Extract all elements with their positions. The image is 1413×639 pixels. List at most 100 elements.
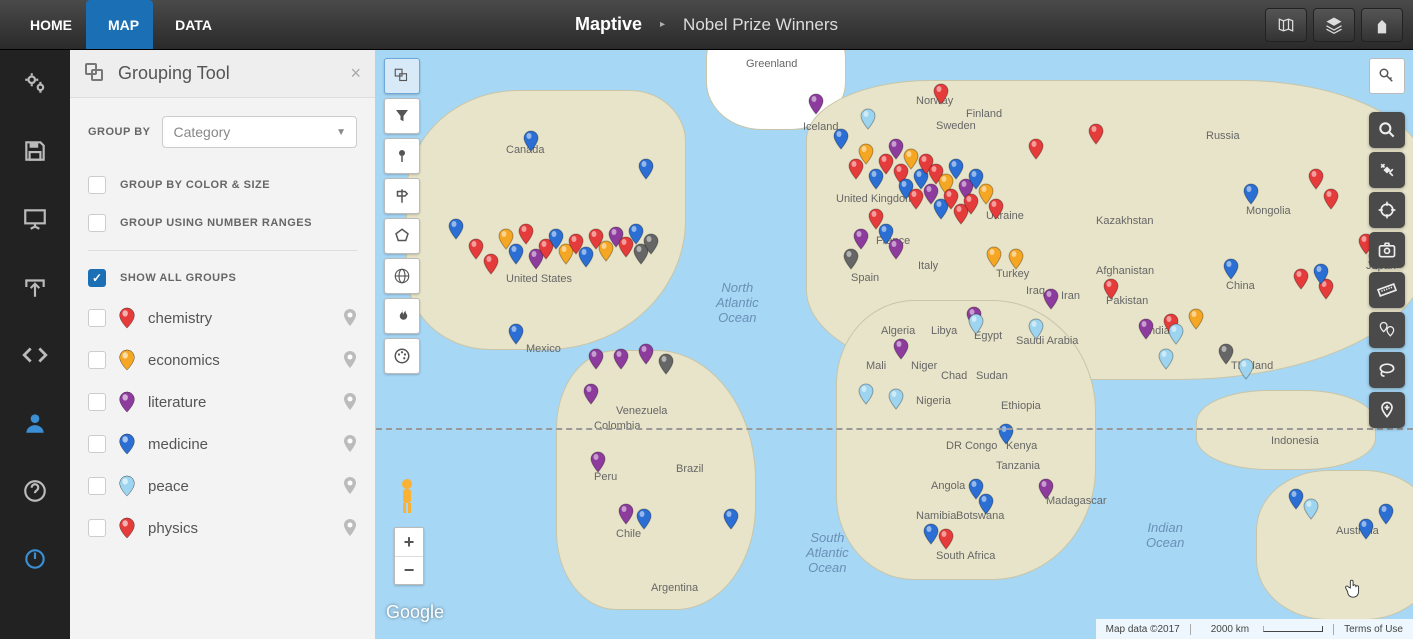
sidebar-present[interactable] — [16, 200, 54, 238]
map-pin[interactable] — [978, 493, 994, 515]
map-pin[interactable] — [483, 253, 499, 275]
map-pin[interactable] — [468, 238, 484, 260]
map-pin[interactable] — [618, 503, 634, 525]
map-pin[interactable] — [613, 348, 629, 370]
map-pin[interactable] — [1038, 478, 1054, 500]
map-pin[interactable] — [986, 246, 1002, 268]
map-pin[interactable] — [1358, 518, 1374, 540]
map-canvas[interactable]: GreenlandIcelandCanadaUnited StatesMexic… — [376, 50, 1413, 639]
location-icon[interactable] — [343, 309, 357, 327]
map-pin[interactable] — [998, 423, 1014, 445]
sidebar-share[interactable] — [16, 268, 54, 306]
map-pin[interactable] — [1288, 488, 1304, 510]
nav-tab-map[interactable]: MAP — [86, 0, 153, 49]
group-literature[interactable]: literature — [88, 381, 357, 423]
sidebar-account[interactable] — [16, 404, 54, 442]
map-pin[interactable] — [933, 83, 949, 105]
option-number-ranges[interactable]: GROUP USING NUMBER RANGES — [88, 204, 357, 242]
map-pin[interactable] — [723, 508, 739, 530]
map-pin[interactable] — [590, 451, 606, 473]
tool-filter[interactable] — [384, 98, 420, 134]
location-icon[interactable] — [343, 435, 357, 453]
map-pin[interactable] — [1293, 268, 1309, 290]
map-pin[interactable] — [1223, 258, 1239, 280]
map-pin[interactable] — [1043, 288, 1059, 310]
map-pin[interactable] — [1008, 248, 1024, 270]
group-economics[interactable]: economics — [88, 339, 357, 381]
tool-heat[interactable] — [384, 298, 420, 334]
sidebar-settings[interactable] — [16, 64, 54, 102]
tool-directions[interactable] — [384, 178, 420, 214]
map-pin[interactable] — [636, 508, 652, 530]
tool-add-loc[interactable] — [1369, 392, 1405, 428]
map-pin[interactable] — [1323, 188, 1339, 210]
map-pin[interactable] — [1238, 358, 1254, 380]
map-pin[interactable] — [508, 323, 524, 345]
map-pin[interactable] — [1028, 138, 1044, 160]
tool-lasso[interactable] — [1369, 352, 1405, 388]
zoom-out-button[interactable]: − — [395, 556, 423, 584]
tool-boundary[interactable] — [384, 258, 420, 294]
map-pin[interactable] — [860, 108, 876, 130]
map-pin[interactable] — [1168, 323, 1184, 345]
map-pin[interactable] — [1218, 343, 1234, 365]
location-icon[interactable] — [343, 477, 357, 495]
map-pin[interactable] — [808, 93, 824, 115]
map-pin[interactable] — [893, 338, 909, 360]
sidebar-help[interactable] — [16, 472, 54, 510]
pegman-icon[interactable] — [394, 477, 420, 515]
map-pin[interactable] — [858, 143, 874, 165]
nav-tab-home[interactable]: HOME — [8, 0, 86, 49]
map-pin[interactable] — [858, 383, 874, 405]
tool-measure[interactable] — [1369, 272, 1405, 308]
sidebar-embed[interactable] — [16, 336, 54, 374]
map-pin[interactable] — [518, 223, 534, 245]
map-pin[interactable] — [583, 383, 599, 405]
tool-style[interactable] — [384, 338, 420, 374]
map-pin[interactable] — [588, 348, 604, 370]
checkbox-economics[interactable] — [88, 351, 106, 369]
layers-button[interactable] — [1313, 8, 1355, 42]
checkbox-medicine[interactable] — [88, 435, 106, 453]
map-pin[interactable] — [638, 343, 654, 365]
map-pin[interactable] — [888, 138, 904, 160]
map-pin[interactable] — [1308, 168, 1324, 190]
show-all-row[interactable]: SHOW ALL GROUPS — [88, 259, 357, 297]
group-physics[interactable]: physics — [88, 507, 357, 549]
close-icon[interactable]: × — [350, 63, 361, 84]
tool-satellite[interactable] — [1369, 152, 1405, 188]
map-pin[interactable] — [948, 158, 964, 180]
tool-pin[interactable] — [384, 138, 420, 174]
location-icon[interactable] — [343, 519, 357, 537]
map-pin[interactable] — [938, 528, 954, 550]
sidebar-save[interactable] — [16, 132, 54, 170]
map-pin[interactable] — [1303, 498, 1319, 520]
map-pin[interactable] — [523, 130, 539, 152]
group-by-select[interactable]: Category ▼ — [162, 116, 357, 148]
map-pin[interactable] — [888, 238, 904, 260]
key-button[interactable] — [1369, 58, 1405, 94]
map-pin[interactable] — [968, 313, 984, 335]
map-pin[interactable] — [1188, 308, 1204, 330]
map-pin[interactable] — [1243, 183, 1259, 205]
location-icon[interactable] — [343, 351, 357, 369]
map-pin[interactable] — [903, 148, 919, 170]
map-pin[interactable] — [658, 353, 674, 375]
church-button[interactable] — [1361, 8, 1403, 42]
map-pin[interactable] — [908, 188, 924, 210]
map-pin[interactable] — [888, 388, 904, 410]
group-medicine[interactable]: medicine — [88, 423, 357, 465]
map-pin[interactable] — [1158, 348, 1174, 370]
map-pin[interactable] — [508, 243, 524, 265]
map-pin[interactable] — [1138, 318, 1154, 340]
map-view-button[interactable] — [1265, 8, 1307, 42]
map-pin[interactable] — [628, 223, 644, 245]
map-pin[interactable] — [643, 233, 659, 255]
checkbox-chemistry[interactable] — [88, 309, 106, 327]
nav-tab-data[interactable]: DATA — [153, 0, 226, 49]
checkbox-physics[interactable] — [88, 519, 106, 537]
map-pin[interactable] — [1378, 503, 1394, 525]
map-pin[interactable] — [988, 198, 1004, 220]
group-peace[interactable]: peace — [88, 465, 357, 507]
tool-multi-pin[interactable] — [1369, 312, 1405, 348]
